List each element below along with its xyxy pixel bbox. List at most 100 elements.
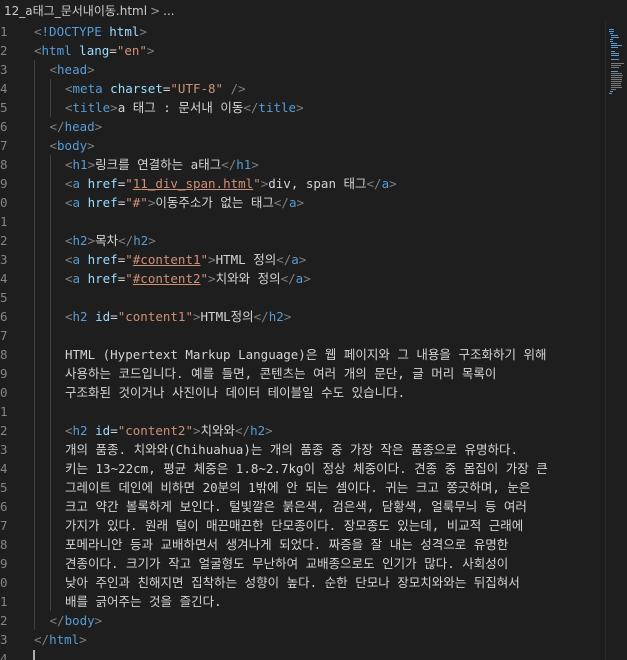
indent-guide (34, 326, 35, 345)
code-token: </ (280, 271, 296, 286)
indent-guide (34, 288, 35, 307)
code-line[interactable]: 4 <a href="#content2">치와와 정의</a> (0, 269, 605, 288)
code-line[interactable]: 0 구조화된 것이거나 사진이나 데이터 테이블일 수도 있습니다. (0, 383, 605, 402)
indent-guide (34, 611, 35, 630)
code-line[interactable]: 6 </head> (0, 117, 605, 136)
code-token: </ (49, 119, 65, 134)
breadcrumb-more[interactable]: ... (163, 4, 174, 18)
code-token: </ (235, 423, 251, 438)
indent-guide (34, 516, 35, 535)
line-number: 3 (0, 442, 8, 457)
code-line[interactable]: 0 <a href="#">이동주소가 없는 태그</a> (0, 193, 605, 212)
minimap[interactable] (605, 21, 627, 660)
code-line[interactable]: 3 <head> (0, 60, 605, 79)
breadcrumb-file[interactable]: 12_a태그_문서내이동.html (4, 4, 147, 18)
code-text: <!DOCTYPE html> (34, 22, 147, 41)
code-token: < (34, 43, 42, 58)
code-token: </ (34, 632, 50, 647)
code-line[interactable]: 5 <title>a 태그 : 문서내 이동</title> (0, 98, 605, 117)
code-token: HTML정의 (200, 309, 254, 324)
minimap-line (610, 41, 614, 42)
code-line[interactable]: 3 </html> (0, 630, 605, 649)
code-text: <h2 id="content1">HTML정의</h2> (65, 307, 291, 326)
indent-guide (34, 136, 35, 155)
code-line[interactable]: 4 (0, 649, 605, 660)
code-token: > (146, 43, 155, 58)
indent-guide (34, 193, 35, 212)
line-number: 8 (0, 537, 8, 552)
indent-guide (49, 573, 51, 592)
code-line[interactable]: 6 <h2 id="content1">HTML정의</h2> (0, 307, 605, 326)
code-token: = (110, 309, 118, 324)
code-text: <h2 id="content2">치와와</h2> (65, 421, 273, 440)
minimap-line (610, 33, 614, 34)
code-line[interactable]: 7 <body> (0, 136, 605, 155)
line-number: 2 (0, 233, 8, 248)
code-token: h2 (268, 309, 284, 324)
code-line[interactable]: 1 배를 긁어주는 것을 즐긴다. (0, 592, 605, 611)
code-token: > (87, 233, 96, 248)
code-line[interactable]: 9 견종이다. 크기가 작고 얼굴형도 무난하여 교배종으로도 인기가 많다. 사… (0, 554, 605, 573)
code-token: HTML (Hypertext Markup Language)은 웹 페이지와… (65, 347, 547, 362)
code-token: id (95, 423, 111, 438)
code-editor[interactable]: 1 <!DOCTYPE html> 2 <html lang="en"> 3 <head>… (0, 21, 605, 660)
code-token: 가지가 있다. 원래 털이 매끈매끈한 단모종이다. 장모종도 있는데, 비교적… (65, 518, 524, 533)
line-number: 0 (0, 385, 8, 400)
code-line[interactable]: 4 <meta charset="UTF-8" /> (0, 79, 605, 98)
code-line[interactable]: 1 (0, 212, 605, 231)
code-line[interactable]: 1 (0, 402, 605, 421)
line-number: 7 (0, 328, 8, 343)
code-token: head (64, 119, 95, 134)
code-token: 사용하는 코드입니다. 예를 들면, 콘텐츠는 여러 개의 문단, 글 머리 목… (65, 366, 497, 381)
indent-guide (49, 402, 51, 421)
code-line[interactable]: 9 <a href="11_div_span.html">div, span 태그… (0, 174, 605, 193)
code-text: </html> (34, 630, 87, 649)
code-token[interactable]: #content2 (133, 271, 201, 286)
code-token: </ (221, 157, 237, 172)
code-text: <a href="#content2">치와와 정의</a> (65, 269, 311, 288)
code-line[interactable]: 2 </body> (0, 611, 605, 630)
code-line[interactable]: 6 크고 약간 볼록하게 보인다. 털빛깔은 붉은색, 검은색, 담황색, 얼룩무… (0, 497, 605, 516)
breadcrumb[interactable]: 12_a태그_문서내이동.html >... (0, 0, 627, 22)
indent-guide (34, 98, 35, 117)
line-number: 4 (0, 81, 8, 96)
minimap-line (611, 37, 619, 38)
code-line[interactable]: 2 <html lang="en"> (0, 41, 605, 60)
code-line[interactable]: 2 <h2>목차</h2> (0, 231, 605, 250)
indent-guide (49, 98, 51, 117)
minimap-line (611, 43, 618, 44)
indent-guide (34, 497, 35, 516)
code-text: <head> (50, 60, 95, 79)
indent-guide (34, 383, 35, 402)
code-line[interactable]: 9 사용하는 코드입니다. 예를 들면, 콘텐츠는 여러 개의 문단, 글 머리 … (0, 364, 605, 383)
code-token: > (296, 195, 305, 210)
code-line[interactable]: 5 그레이트 데인에 비하면 20분의 1밖에 안 되는 셈이다. 귀는 크고 쫑… (0, 478, 605, 497)
code-text: 그레이트 데인에 비하면 20분의 1밖에 안 되는 셈이다. 귀는 크고 쫑긋… (65, 478, 530, 497)
code-line[interactable]: 2 <h2 id="content2">치와와</h2> (0, 421, 605, 440)
code-line[interactable]: 3 <a href="#content1">HTML 정의</a> (0, 250, 605, 269)
code-line[interactable]: 1 <!DOCTYPE html> (0, 22, 605, 41)
code-text: 크고 약간 볼록하게 보인다. 털빛깔은 붉은색, 검은색, 담황색, 얼룩무늬… (65, 497, 527, 516)
code-line[interactable]: 5 (0, 288, 605, 307)
indent-guide (34, 535, 35, 554)
code-line[interactable]: 8 HTML (Hypertext Markup Language)은 웹 페이지… (0, 345, 605, 364)
code-line[interactable]: 8 포메라니안 등과 교배하면서 생겨나게 되었다. 짜증을 잘 내는 성격으로 … (0, 535, 605, 554)
indent-guide (49, 212, 51, 231)
code-line[interactable]: 7 가지가 있다. 원래 털이 매끈매끈한 단모종이다. 장모종도 있는데, 비교… (0, 516, 605, 535)
code-token[interactable]: 11_div_span.html (133, 176, 253, 191)
code-line[interactable]: 0 낮아 주인과 친해지면 집착하는 성향이 높다. 순한 단모나 장모치와와는 … (0, 573, 605, 592)
indent-guide (34, 554, 35, 573)
code-token[interactable]: #content1 (133, 252, 201, 267)
code-line[interactable]: 8 <h1>링크를 연결하는 a태그</h1> (0, 155, 605, 174)
code-token: HTML 정의 (215, 252, 277, 267)
line-number: 2 (0, 613, 8, 628)
minimap-line (611, 55, 619, 56)
code-line[interactable]: 7 (0, 326, 605, 345)
code-line[interactable]: 4 키는 13~22cm, 평균 체중은 1.8~2.7kg이 정상 체중이다. … (0, 459, 605, 478)
code-line[interactable]: 3 개의 품종. 치와와(Chihuahua)는 개의 품종 중 가장 작은 품종… (0, 440, 605, 459)
code-token: > (296, 100, 304, 115)
code-text: <meta charset="UTF-8" /> (65, 79, 246, 98)
chevron-right-icon: > (150, 4, 161, 18)
line-number: 2 (0, 43, 8, 58)
code-token: </ (366, 176, 382, 191)
